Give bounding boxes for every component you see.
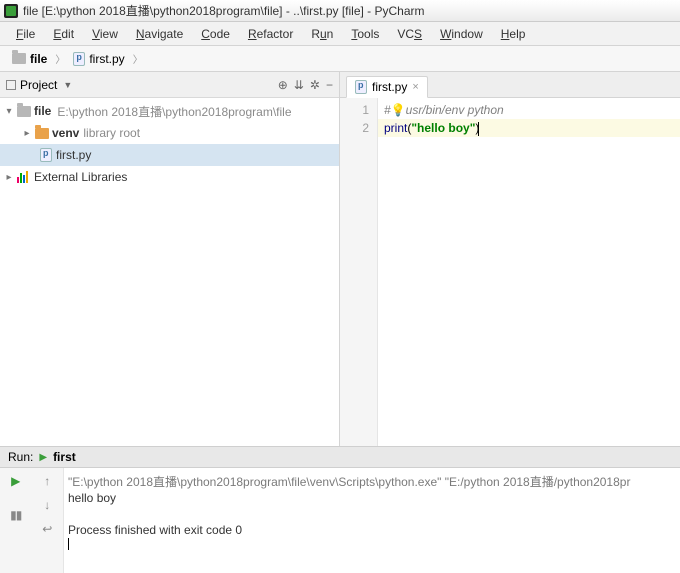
menu-navigate[interactable]: Navigate xyxy=(128,25,191,43)
editor-panel: first.py × 1 2 #💡usr/bin/env python prin… xyxy=(340,72,680,446)
chevron-right-icon: 〉 xyxy=(133,51,143,66)
python-file-icon xyxy=(355,80,367,94)
soft-wrap-button[interactable]: ↩ xyxy=(42,522,52,536)
run-label: Run: xyxy=(8,450,33,464)
expand-toggle[interactable]: ▸ xyxy=(20,128,34,139)
pause-button[interactable]: ▮▮ xyxy=(10,508,21,522)
project-tree[interactable]: ▾ file E:\python 2018直播\python2018progra… xyxy=(0,98,339,446)
run-blank-line xyxy=(68,506,676,522)
tree-venv-note: library root xyxy=(83,126,140,140)
tree-file-label: first.py xyxy=(56,148,91,162)
window-title: file [E:\python 2018直播\python2018program… xyxy=(23,2,425,19)
python-file-icon xyxy=(73,52,85,66)
menu-vcs[interactable]: VCS xyxy=(389,25,430,43)
run-config-name: first xyxy=(53,450,76,464)
menu-tools[interactable]: Tools xyxy=(343,25,387,43)
project-view-dropdown[interactable]: ▼ xyxy=(63,80,72,90)
gutter-line: 2 xyxy=(340,119,377,137)
run-tool-window: ▶ ▮▮ ↑ ↓ ↩ "E:\python 2018直播\python2018p… xyxy=(0,468,680,573)
lightbulb-icon[interactable]: 💡 xyxy=(391,103,406,117)
expand-toggle[interactable]: ▾ xyxy=(2,106,16,117)
breadcrumb-folder-label: file xyxy=(30,52,47,66)
menu-view[interactable]: View xyxy=(84,25,126,43)
up-stack-button[interactable]: ↑ xyxy=(44,474,50,488)
run-exit-line: Process finished with exit code 0 xyxy=(68,522,676,538)
library-folder-icon xyxy=(35,128,49,139)
editor-tab-bar: first.py × xyxy=(340,72,680,98)
breadcrumb-file[interactable]: first.py xyxy=(69,50,128,68)
expand-toggle[interactable]: ▸ xyxy=(2,172,16,183)
breadcrumb-folder[interactable]: file xyxy=(8,50,51,68)
tree-extlib-label: External Libraries xyxy=(34,170,127,184)
menu-help[interactable]: Help xyxy=(493,25,534,43)
menu-window[interactable]: Window xyxy=(432,25,491,43)
menu-refactor[interactable]: Refactor xyxy=(240,25,301,43)
main-menu-bar: File Edit View Navigate Code Refactor Ru… xyxy=(0,22,680,46)
project-tool-window: Project ▼ ⊕ ⇊ ✲ − ▾ file E:\python 2018直… xyxy=(0,72,340,446)
tree-root-path: E:\python 2018直播\python2018program\file xyxy=(57,103,291,120)
code-line-1[interactable]: #💡usr/bin/env python xyxy=(378,101,680,119)
locate-icon[interactable]: ⊕ xyxy=(278,78,288,92)
run-console-output[interactable]: "E:\python 2018直播\python2018program\file… xyxy=(64,468,680,573)
breadcrumb-bar: file 〉 first.py 〉 xyxy=(0,46,680,72)
menu-code[interactable]: Code xyxy=(193,25,238,43)
run-stdout-line: hello boy xyxy=(68,490,676,506)
project-panel-header: Project ▼ ⊕ ⇊ ✲ − xyxy=(0,72,339,98)
breadcrumb-file-label: first.py xyxy=(89,52,124,66)
run-cmd-line: "E:\python 2018直播\python2018program\file… xyxy=(68,474,676,490)
run-cursor-line xyxy=(68,538,676,554)
tree-root[interactable]: ▾ file E:\python 2018直播\python2018progra… xyxy=(0,100,339,122)
code-area[interactable]: #💡usr/bin/env python print("hello boy") xyxy=(378,98,680,446)
menu-file[interactable]: File xyxy=(8,25,43,43)
gutter-line: 1 xyxy=(340,101,377,119)
text-caret xyxy=(478,122,479,136)
tree-external-libraries[interactable]: ▸ External Libraries xyxy=(0,166,339,188)
collapse-all-icon[interactable]: ⇊ xyxy=(294,78,304,92)
tree-venv[interactable]: ▸ venv library root xyxy=(0,122,339,144)
settings-gear-icon[interactable]: ✲ xyxy=(310,78,320,92)
folder-icon xyxy=(17,106,31,117)
down-stack-button[interactable]: ↓ xyxy=(44,498,50,512)
app-icon xyxy=(4,4,18,18)
run-tool-header[interactable]: Run: ▶ first xyxy=(0,446,680,468)
run-config-icon: ▶ xyxy=(39,452,47,463)
code-editor[interactable]: 1 2 #💡usr/bin/env python print("hello bo… xyxy=(340,98,680,446)
project-view-icon xyxy=(6,80,16,90)
external-libraries-icon xyxy=(17,171,31,183)
tree-root-name: file xyxy=(34,104,51,118)
menu-run[interactable]: Run xyxy=(303,25,341,43)
python-file-icon xyxy=(40,148,52,162)
window-title-bar: file [E:\python 2018直播\python2018program… xyxy=(0,0,680,22)
folder-icon xyxy=(12,53,26,64)
close-tab-icon[interactable]: × xyxy=(412,81,418,93)
code-line-2[interactable]: print("hello boy") xyxy=(378,119,680,137)
hide-panel-icon[interactable]: − xyxy=(326,78,333,92)
rerun-button[interactable]: ▶ xyxy=(11,474,20,488)
project-panel-label: Project xyxy=(20,78,57,92)
line-gutter: 1 2 xyxy=(340,98,378,446)
editor-tab-first[interactable]: first.py × xyxy=(346,76,428,98)
run-side-toolbar: ▶ ▮▮ ↑ ↓ ↩ xyxy=(0,468,64,573)
console-caret xyxy=(68,538,74,550)
menu-edit[interactable]: Edit xyxy=(45,25,82,43)
tree-file-first[interactable]: first.py xyxy=(0,144,339,166)
editor-tab-label: first.py xyxy=(372,80,407,94)
main-split: Project ▼ ⊕ ⇊ ✲ − ▾ file E:\python 2018直… xyxy=(0,72,680,446)
chevron-right-icon: 〉 xyxy=(55,51,65,66)
tree-venv-name: venv xyxy=(52,126,79,140)
